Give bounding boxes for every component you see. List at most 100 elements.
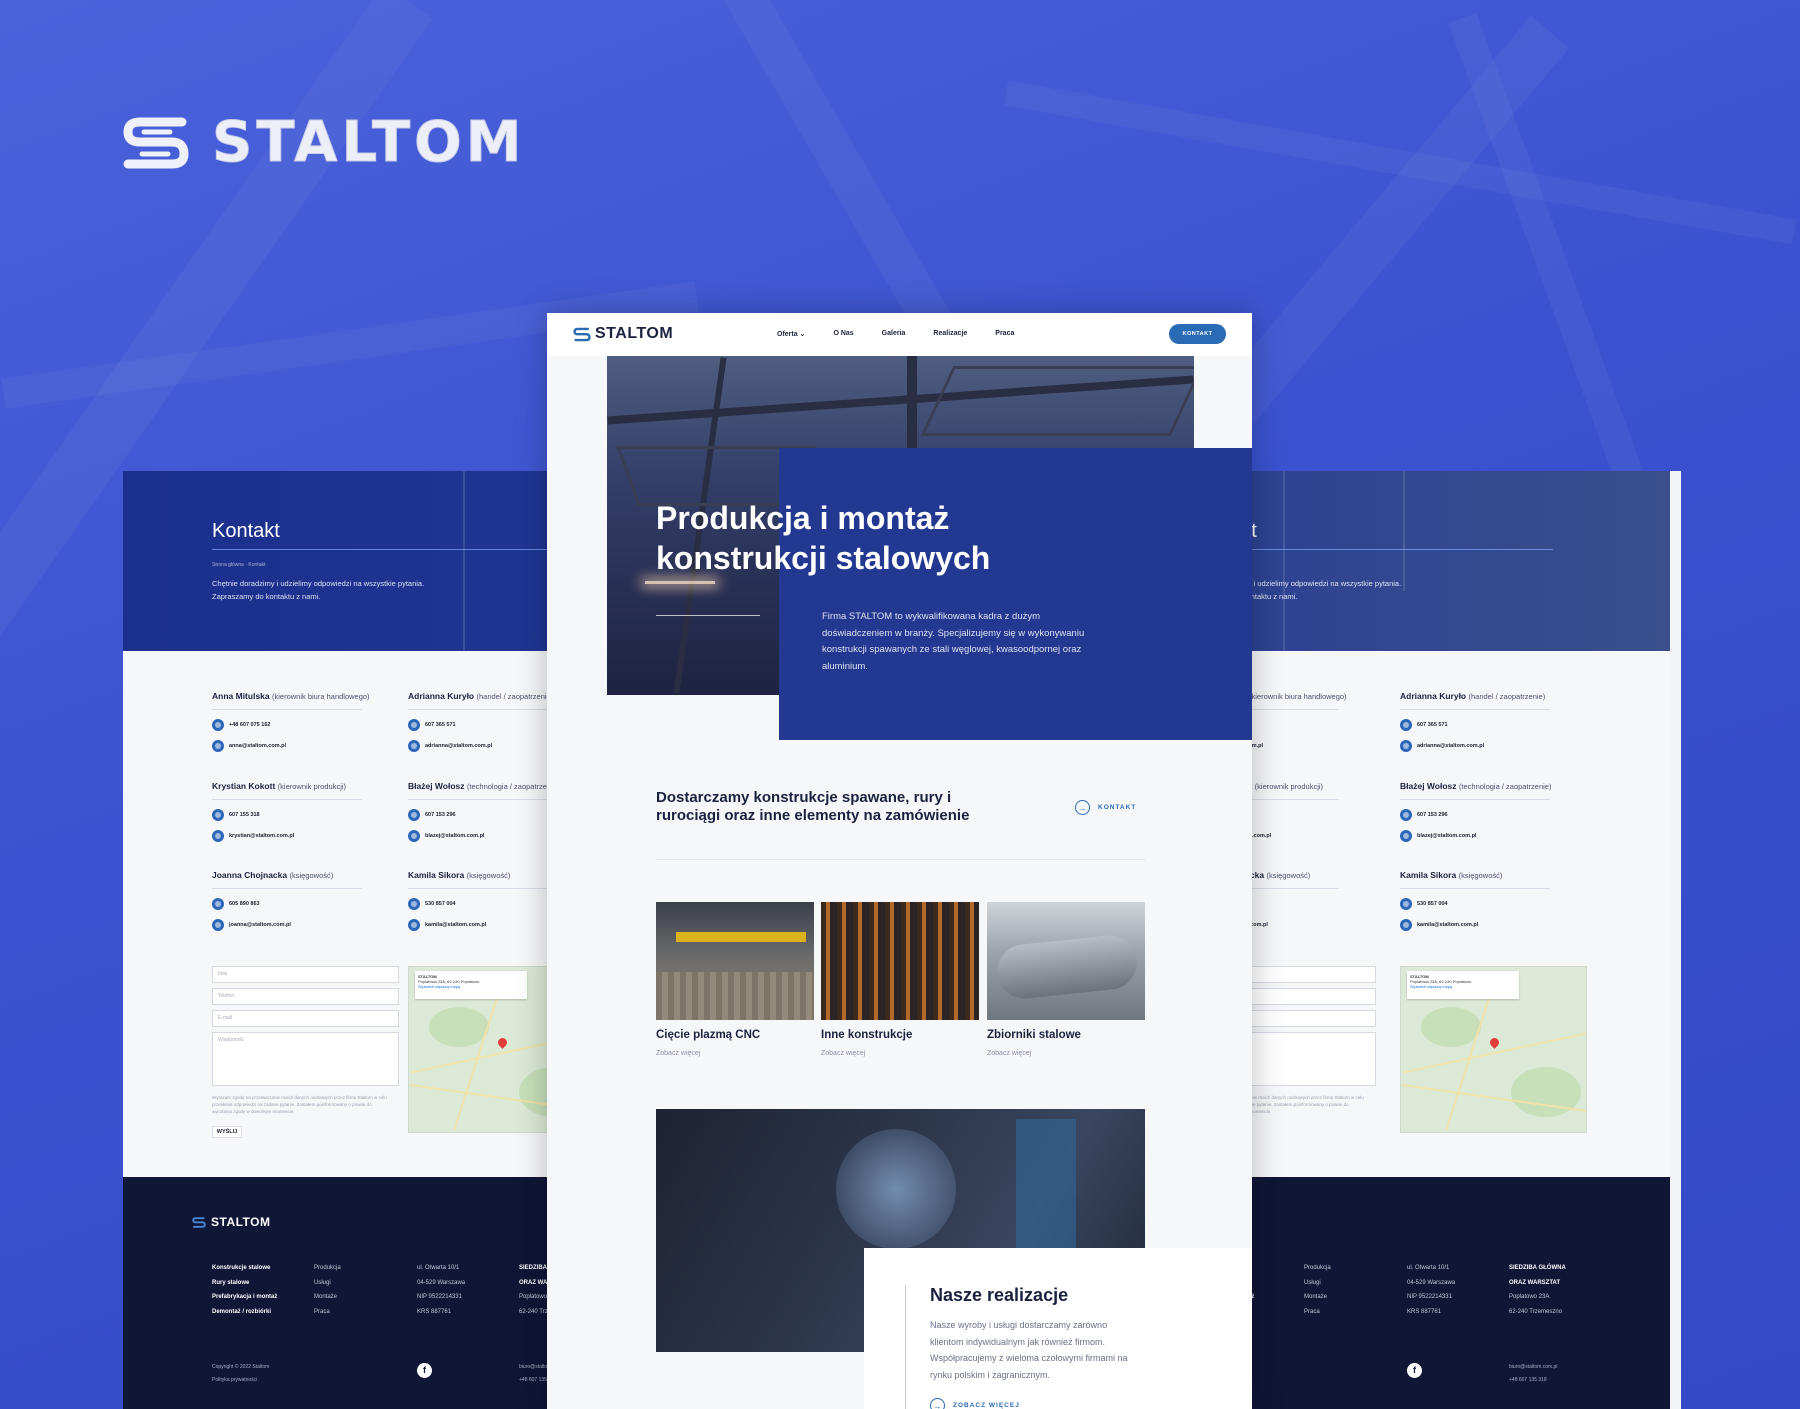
contact-person: Błażej Wołosz (technologia / zaopatrzeni…: [408, 781, 568, 842]
email-icon: [212, 740, 224, 752]
person-name: Anna Mitulska: [212, 691, 270, 701]
facebook-icon[interactable]: f: [417, 1363, 432, 1378]
contact-person: Krystian Kokott (kierownik produkcji) 60…: [212, 781, 372, 842]
email-field[interactable]: [1252, 1010, 1376, 1027]
nav-oferta[interactable]: Oferta ⌄: [777, 330, 805, 338]
person-email[interactable]: kamila@staltom.com.pl: [1400, 919, 1560, 931]
contact-person: Adrianna Kuryło (handel / zaopatrzenie) …: [1400, 691, 1560, 752]
phone-field[interactable]: Telefon: [212, 988, 399, 1005]
person-phone[interactable]: 607 155 318: [212, 809, 372, 821]
nav-galeria[interactable]: Galeria: [882, 330, 906, 338]
message-field[interactable]: Wiadomość: [212, 1032, 399, 1086]
person-email[interactable]: adrianna@staltom.com.pl: [1400, 740, 1560, 752]
person-email[interactable]: blazej@staltom.com.pl: [408, 830, 568, 842]
person-phone[interactable]: 605 890 863: [212, 898, 372, 910]
person-email[interactable]: blazej@staltom.com.pl: [1400, 830, 1560, 842]
footer-services: Konstrukcje staloweRury stalowePrefabryk…: [212, 1265, 278, 1315]
send-button[interactable]: WYŚLIJ: [212, 1126, 242, 1138]
contact-person: Błażej Wołosz (technologia / zaopatrzeni…: [1400, 781, 1560, 842]
contact-person: Adrianna Kuryło (handel / zaopatrzenie) …: [408, 691, 568, 752]
nav-links: Oferta ⌄ O Nas Galeria Realizacje Praca: [777, 330, 1014, 338]
email-field[interactable]: E-mail: [212, 1010, 399, 1027]
realizations-more-link[interactable]: → ZOBACZ WIĘCEJ: [930, 1398, 1020, 1409]
person-phone[interactable]: 530 857 004: [1400, 898, 1560, 910]
person-name: Joanna Chojnacka: [212, 870, 288, 880]
person-role: (księgowość): [466, 871, 511, 880]
person-phone[interactable]: 605 890 863: [1252, 898, 1349, 910]
contact-intro: Chętnie doradzimy i udzielimy odpowiedzi…: [1252, 579, 1402, 601]
person-phone[interactable]: +48 607 075 162: [212, 719, 372, 731]
nav-logo[interactable]: STALTOM: [573, 325, 673, 343]
name-field[interactable]: Imię: [212, 966, 399, 983]
person-phone[interactable]: 530 857 004: [408, 898, 568, 910]
phone-icon: [408, 719, 420, 731]
privacy-link[interactable]: Polityka prywatności: [212, 1374, 269, 1387]
intro-heading: Dostarczamy konstrukcje spawane, rury i …: [656, 789, 970, 824]
realizations-title: Nasze realizacje: [930, 1285, 1069, 1305]
phone-icon: [212, 898, 224, 910]
phone-field[interactable]: [1252, 988, 1376, 1005]
contact-person: Anna Mitulska (kierownik biura handloweg…: [212, 691, 372, 752]
staltom-s-icon: [123, 117, 189, 168]
name-field[interactable]: [1252, 966, 1376, 983]
contact-person: Krystian Kokott (kierownik produkcji) 60…: [1252, 781, 1349, 842]
brand-logo: STALTOM: [122, 110, 525, 176]
kontakt-button[interactable]: KONTAKT: [1169, 324, 1226, 344]
person-email[interactable]: kamila@staltom.com.pl: [408, 919, 568, 931]
contact-hero: Kontakt Strona główna · Kontakt Chętnie …: [1252, 471, 1670, 651]
email-icon: [408, 740, 420, 752]
google-map[interactable]: STALTOM Poplatowa 23A, 62-240 Poplatowo …: [1400, 966, 1587, 1133]
email-icon: [1400, 830, 1412, 842]
person-phone[interactable]: +48 607 075 162: [1252, 719, 1349, 731]
copyright: Copyright © 2022 Staltom Polityka prywat…: [212, 1361, 269, 1387]
person-phone[interactable]: 607 153 296: [408, 809, 568, 821]
intro-kontakt-link[interactable]: → KONTAKT: [1075, 800, 1136, 815]
contact-title: Kontakt: [212, 520, 280, 542]
footer-logo: STALTOM: [192, 1215, 271, 1229]
email-icon: [408, 919, 420, 931]
message-field[interactable]: [1252, 1032, 1376, 1086]
email-icon: [212, 919, 224, 931]
person-email[interactable]: joanna@staltom.com.pl: [212, 919, 372, 931]
staltom-s-icon: [192, 1216, 206, 1228]
nav-realizacje[interactable]: Realizacje: [933, 330, 967, 338]
service-card[interactable]: Zbiorniki stalowe Zobacz więcej: [987, 902, 1145, 1057]
other-constructions-photo: [821, 902, 979, 1020]
realizations-bar: [905, 1285, 906, 1409]
map-info-card: STALTOM Poplatowa 23A, 62-240 Poplatowo …: [415, 971, 527, 999]
person-phone[interactable]: 607 155 318: [1252, 809, 1349, 821]
contact-title: Kontakt: [1252, 520, 1257, 542]
map-pin-icon: [1488, 1036, 1501, 1049]
facebook-icon[interactable]: f: [1407, 1363, 1422, 1378]
person-email[interactable]: anna@staltom.com.pl: [212, 740, 372, 752]
person-email[interactable]: krystian@staltom.com.pl: [212, 830, 372, 842]
contact-intro: Chętnie doradzimy i udzielimy odpowiedzi…: [212, 579, 425, 601]
card-more-link[interactable]: Zobacz więcej: [821, 1050, 979, 1057]
person-email[interactable]: krystian@staltom.com.pl: [1252, 830, 1349, 842]
nav-o-nas[interactable]: O Nas: [833, 330, 853, 338]
footer-links: Produkcja Usługi Montaże Praca: [314, 1265, 341, 1315]
map-link[interactable]: Wyświetl większą mapę: [418, 984, 524, 989]
arrow-right-icon: →: [930, 1398, 945, 1409]
staltom-s-icon: [573, 327, 591, 341]
card-more-link[interactable]: Zobacz więcej: [656, 1050, 814, 1057]
service-card[interactable]: Inne konstrukcje Zobacz więcej: [821, 902, 979, 1057]
nav-praca[interactable]: Praca: [995, 330, 1014, 338]
person-phone[interactable]: 607 365 571: [1400, 719, 1560, 731]
service-card[interactable]: Cięcie plazmą CNC Zobacz więcej: [656, 902, 814, 1057]
map-link[interactable]: Wyświetl większą mapę: [1410, 984, 1516, 989]
phone-icon: [408, 898, 420, 910]
email-icon: [1400, 740, 1412, 752]
consent-text: Wyrażam zgodę na przetwarzanie moich dan…: [1252, 1095, 1364, 1114]
card-more-link[interactable]: Zobacz więcej: [987, 1050, 1145, 1057]
person-phone[interactable]: 607 153 296: [1400, 809, 1560, 821]
person-email[interactable]: adrianna@staltom.com.pl: [408, 740, 568, 752]
person-email[interactable]: joanna@staltom.com.pl: [1252, 919, 1349, 931]
contact-title-rule: [1252, 549, 1553, 550]
card-title: Inne konstrukcje: [821, 1029, 913, 1041]
footer: STALTOM Konstrukcje staloweRury staloweP…: [1252, 1177, 1670, 1409]
person-email[interactable]: anna@staltom.com.pl: [1252, 740, 1349, 752]
email-icon: [1400, 919, 1412, 931]
person-phone[interactable]: 607 365 571: [408, 719, 568, 731]
plasma-cutting-photo: [656, 902, 814, 1020]
